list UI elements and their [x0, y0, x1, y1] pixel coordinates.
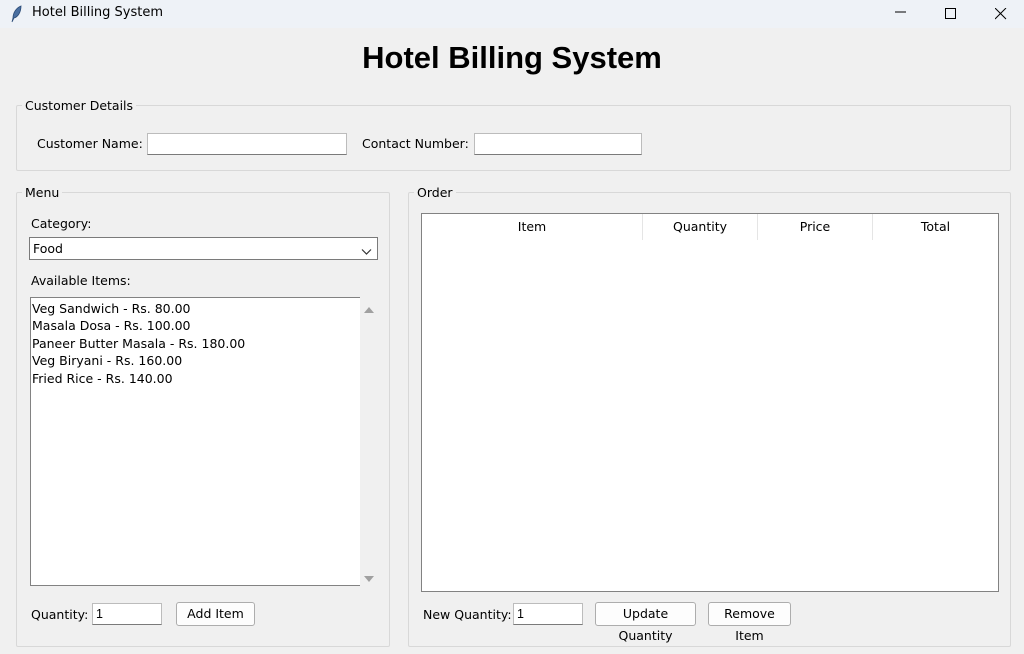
close-icon — [995, 8, 1007, 20]
column-header-item[interactable]: Item — [422, 214, 643, 240]
window-titlebar: Hotel Billing System — [0, 0, 1024, 28]
minimize-button[interactable] — [876, 0, 926, 28]
list-item[interactable]: Fried Rice - Rs. 140.00 — [31, 370, 360, 387]
order-table[interactable]: Item Quantity Price Total — [421, 213, 999, 592]
column-header-total[interactable]: Total — [873, 214, 998, 240]
available-items-list[interactable]: Veg Sandwich - Rs. 80.00 Masala Dosa - R… — [30, 297, 360, 586]
scroll-down-icon[interactable] — [364, 572, 374, 586]
close-button[interactable] — [976, 0, 1024, 28]
list-item[interactable]: Paneer Butter Masala - Rs. 180.00 — [31, 335, 360, 352]
customer-name-input[interactable] — [147, 133, 347, 155]
items-scrollbar[interactable] — [360, 297, 378, 586]
column-header-quantity[interactable]: Quantity — [643, 214, 758, 240]
list-item[interactable]: Veg Sandwich - Rs. 80.00 — [31, 300, 360, 317]
customer-details-label: Customer Details — [22, 98, 137, 113]
category-value: Food — [33, 241, 63, 256]
maximize-button[interactable] — [926, 0, 976, 28]
window-title: Hotel Billing System — [32, 5, 164, 20]
order-label: Order — [414, 185, 456, 200]
column-header-price[interactable]: Price — [758, 214, 873, 240]
available-items-label: Available Items: — [31, 273, 131, 288]
remove-item-button[interactable]: Remove Item — [708, 602, 791, 643]
order-table-header: Item Quantity Price Total — [422, 214, 998, 240]
category-select[interactable]: Food — [29, 237, 378, 260]
scroll-up-icon[interactable] — [364, 302, 374, 316]
category-label: Category: — [31, 216, 92, 231]
list-item[interactable]: Masala Dosa - Rs. 100.00 — [31, 317, 360, 334]
feather-icon — [10, 5, 24, 23]
add-item-button[interactable]: Add Item — [176, 602, 255, 626]
list-item[interactable]: Veg Biryani - Rs. 160.00 — [31, 352, 360, 369]
chevron-down-icon[interactable] — [361, 244, 372, 259]
maximize-icon — [945, 8, 956, 19]
customer-name-label: Customer Name: — [37, 136, 143, 151]
page-title: Hotel Billing System — [362, 40, 662, 75]
contact-number-input[interactable] — [474, 133, 642, 155]
new-quantity-label: New Quantity: — [423, 607, 512, 622]
quantity-label: Quantity: — [31, 607, 89, 622]
minimize-icon — [895, 11, 906, 13]
contact-number-label: Contact Number: — [362, 136, 469, 151]
update-quantity-button[interactable]: Update Quantity — [595, 602, 696, 643]
quantity-input[interactable] — [92, 603, 162, 625]
menu-label: Menu — [22, 185, 63, 200]
new-quantity-input[interactable] — [513, 603, 583, 625]
